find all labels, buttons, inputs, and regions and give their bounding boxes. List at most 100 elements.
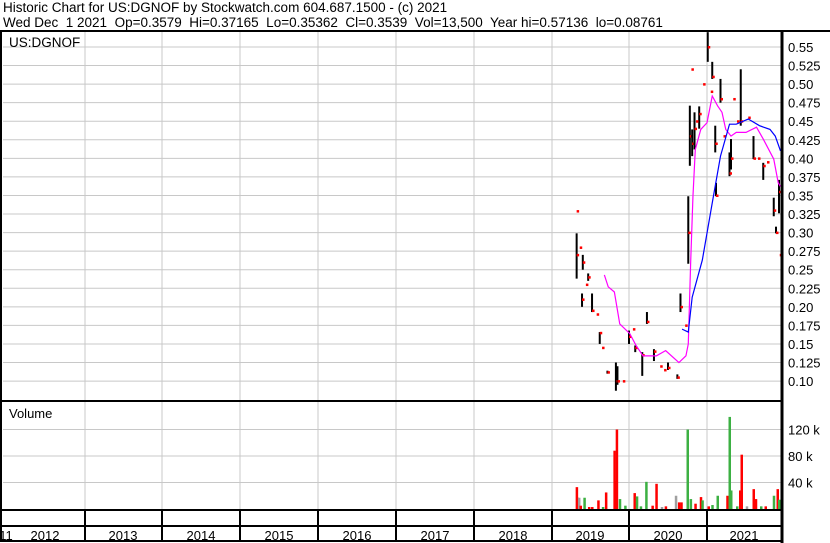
volume-bar [660,507,664,509]
volume-bar [633,493,636,509]
volume-bar [615,429,619,509]
close-point [691,68,694,71]
volume-bar [701,500,704,509]
price-tick-label: 0.325 [788,207,821,222]
symbol-label: US:DGNOF [9,35,80,50]
close-point [588,276,591,279]
price-tick-label: 0.45 [788,114,813,129]
close-point [773,209,777,212]
close-point [576,210,580,213]
volume-bar [591,507,594,509]
volume-bar [597,500,600,509]
close-point [712,75,715,79]
close-point [688,231,691,235]
volume-bar [624,505,627,509]
close-point [703,83,706,86]
close-point [694,127,698,131]
close-point [758,157,761,160]
price-tick-label: 0.125 [788,356,821,371]
price-tick-label: 0.225 [788,281,821,296]
volume-bar [760,506,763,509]
volume-bar [601,507,605,509]
close-point [696,120,699,123]
close-point [596,313,600,316]
volume-bar [635,496,639,509]
close-point [617,380,620,383]
close-point [653,350,657,353]
close-point [710,90,714,94]
close-point [632,328,636,331]
volume-tick-label: 120 k [788,423,820,438]
price-tick-label: 0.30 [788,226,813,241]
price-tick-label: 0.35 [788,188,813,203]
volume-bar [778,499,781,509]
price-tick-label: 0.20 [788,300,813,315]
close-point [622,380,626,383]
price-tick-label: 0.25 [788,263,813,278]
price-tick-label: 0.40 [788,151,813,166]
close-point [677,376,680,379]
volume-bar [772,495,776,509]
volume-bar [764,506,767,509]
volume-bar [645,481,648,509]
close-point [664,368,667,372]
close-point [582,261,586,264]
volume-bar [694,503,697,509]
close-point [680,305,683,309]
volume-bar [677,502,681,509]
price-tick-label: 0.175 [788,318,821,333]
volume-bar [604,492,608,509]
price-tick-label: 0.275 [788,244,821,259]
volume-bar [680,502,683,509]
close-point [763,164,766,168]
price-tick-label: 0.55 [788,40,813,55]
close-point [592,309,595,313]
volume-bar [587,507,591,509]
volume-bar [740,454,743,509]
close-point [607,371,610,374]
volume-bar [716,495,719,509]
volume-label: Volume [9,406,52,421]
volume-bar [618,499,622,509]
price-tick-label: 0.525 [788,59,821,74]
close-point [699,112,702,116]
volume-bar [745,506,749,509]
close-point [668,366,671,370]
close-point [685,324,688,327]
volume-tick-label: 80 k [788,449,813,464]
volume-bar [736,506,739,509]
volume-bar [689,499,693,509]
volume-bar [711,505,714,509]
volume-bar [579,505,582,509]
volume-bar [655,483,658,509]
price-tick-label: 0.50 [788,77,813,92]
volume-bar [639,506,643,509]
volume-bar [726,495,729,509]
price-tick-label: 0.425 [788,133,821,148]
stock-chart: 0.10 0.125 0.15 0.175 0.20 0.225 0.25 0.275 0.30… [0,30,830,543]
price-tick-label: 0.375 [788,170,821,185]
volume-bar [730,490,733,509]
close-point [776,231,779,235]
volume-tick-label: 40 k [788,476,813,491]
close-point [733,97,736,101]
close-point [576,253,580,257]
volume-bar [707,506,710,509]
close-point [585,283,589,287]
volume-bar [651,505,654,509]
close-point [731,157,734,160]
close-point [579,246,583,249]
close-point [602,346,605,350]
close-point [582,298,585,301]
close-point [716,194,719,197]
close-point [599,331,603,335]
close-point [660,365,663,368]
close-point [707,46,711,49]
close-point [715,142,718,146]
volume-bar [664,506,668,509]
close-point [729,172,732,175]
close-point [646,320,650,324]
volume-bar [674,495,678,509]
chart-frame [0,30,783,542]
volume-bar [686,429,689,509]
